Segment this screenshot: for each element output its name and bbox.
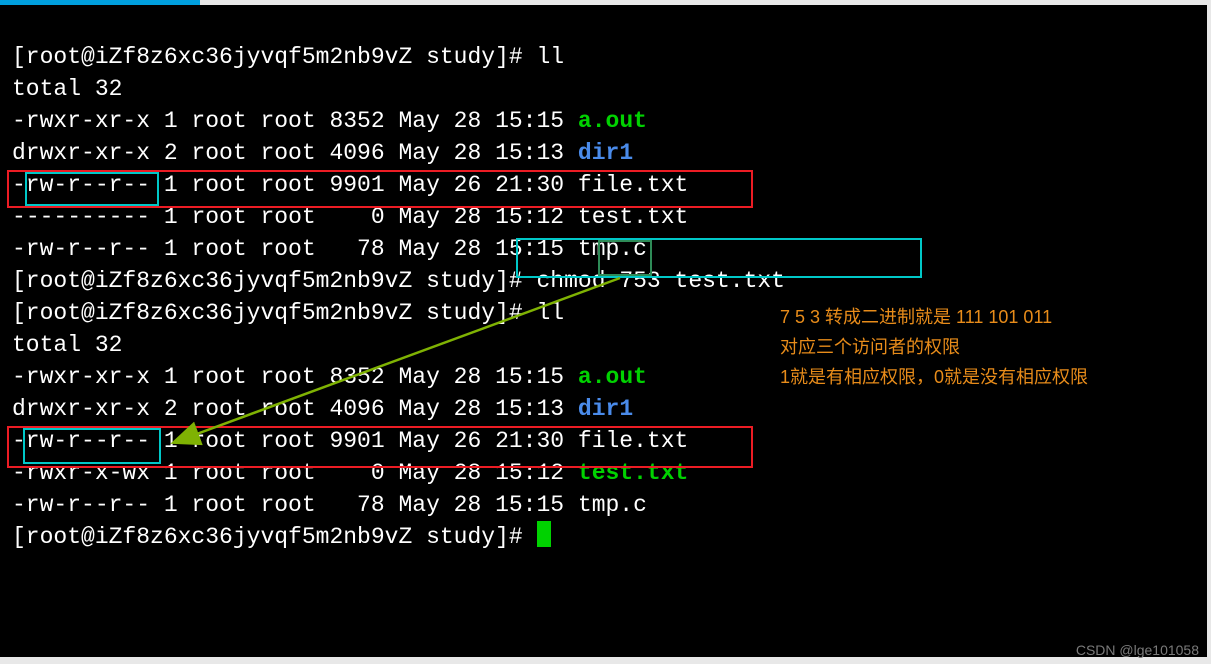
annot-line-1: 7 5 3 转成二进制就是 111 101 011 <box>780 302 1088 332</box>
cursor-block <box>537 521 551 547</box>
ls1-row-4: -rw-r--r-- 1 root root 78 May 28 15:15 t… <box>12 236 647 262</box>
total-line-2: total 32 <box>12 332 122 358</box>
cmd-chmod-c: test.txt <box>661 268 785 294</box>
prompt: [root@iZf8z6xc36jyvqf5m2nb9vZ study]# <box>12 524 537 550</box>
ls2-row-3-perm: rwxr-x-wx <box>26 460 150 486</box>
ls1-row-2: -rw-r--r-- 1 root root 9901 May 26 21:30… <box>12 172 688 198</box>
cmd-chmod-a: chmod <box>537 268 620 294</box>
prompt: [root@iZf8z6xc36jyvqf5m2nb9vZ study]# <box>12 44 537 70</box>
cmd-chmod-b: 753 <box>619 268 660 294</box>
ls1-row-0: -rwxr-xr-x 1 root root 8352 May 28 15:15 <box>12 108 578 134</box>
annotation-text: 7 5 3 转成二进制就是 111 101 011 对应三个访问者的权限 1就是… <box>780 302 1088 392</box>
total-line-1: total 32 <box>12 76 122 102</box>
watermark: CSDN @lge101058 <box>1076 642 1199 658</box>
ls2-row-2: -rw-r--r-- 1 root root 9901 May 26 21:30… <box>12 428 688 454</box>
prompt: [root@iZf8z6xc36jyvqf5m2nb9vZ study]# <box>12 300 537 326</box>
ls2-row-1: drwxr-xr-x 2 root root 4096 May 28 15:13 <box>12 396 578 422</box>
ls2-row-0: -rwxr-xr-x 1 root root 8352 May 28 15:15 <box>12 364 578 390</box>
ls1-row-3-perm: --------- <box>26 204 150 230</box>
ls1-row-3-rest: 1 root root 0 May 28 15:12 test.txt <box>150 204 688 230</box>
file-aout-2: a.out <box>578 364 647 390</box>
file-testtxt-2: test.txt <box>578 460 688 486</box>
ls2-row-3-pre: - <box>12 460 26 486</box>
annot-line-3: 1就是有相应权限，0就是没有相应权限 <box>780 362 1088 392</box>
cmd-ll-1: ll <box>537 44 565 70</box>
ls2-row-3-rest: 1 root root 0 May 28 15:12 <box>150 460 578 486</box>
dir-dir1-1: dir1 <box>578 140 633 166</box>
ls1-row-1: drwxr-xr-x 2 root root 4096 May 28 15:13 <box>12 140 578 166</box>
prompt: [root@iZf8z6xc36jyvqf5m2nb9vZ study]# <box>12 268 537 294</box>
ls2-row-4: -rw-r--r-- 1 root root 78 May 28 15:15 t… <box>12 492 647 518</box>
annot-line-2: 对应三个访问者的权限 <box>780 332 1088 362</box>
file-aout-1: a.out <box>578 108 647 134</box>
ls1-row-3-pre: - <box>12 204 26 230</box>
cmd-ll-2: ll <box>537 300 565 326</box>
dir-dir1-2: dir1 <box>578 396 633 422</box>
